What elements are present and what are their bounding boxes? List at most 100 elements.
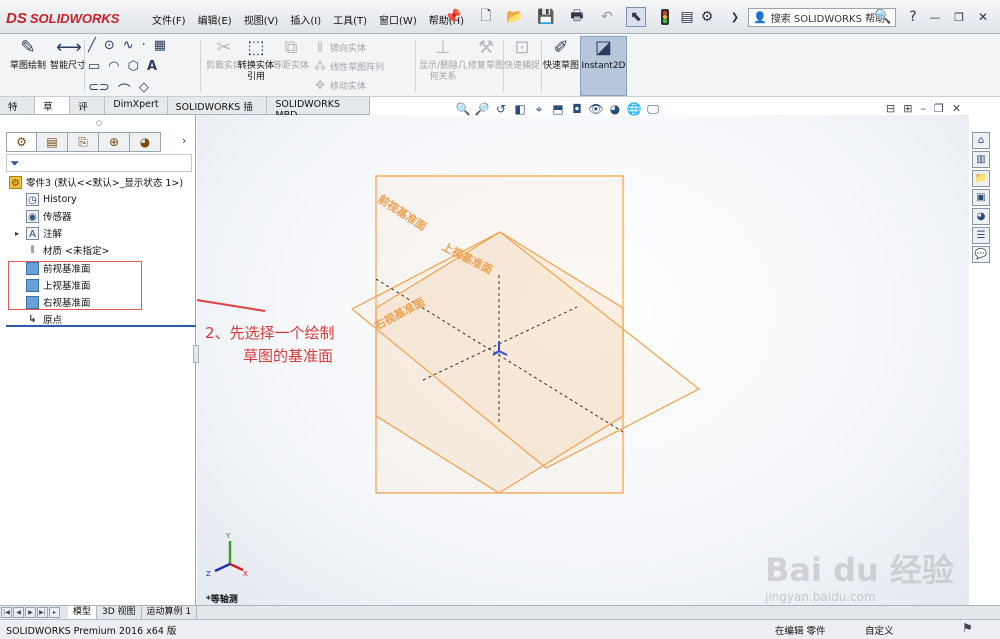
panel-collapse-handle[interactable]	[193, 345, 199, 363]
pin-icon[interactable]: 📌	[444, 7, 462, 27]
rebuild-status-icon[interactable]: ⚑	[962, 621, 973, 635]
zoom-to-fit-icon[interactable]: 🔍	[455, 101, 471, 117]
repair-sketch-button[interactable]: ⚒ 修复草图	[466, 37, 506, 95]
doc-restore-icon[interactable]: ❐	[934, 102, 944, 115]
line-icon[interactable]: ╱	[88, 38, 96, 53]
linear-pattern-button[interactable]: ⁂ 线性草图阵列	[312, 57, 384, 75]
menu-insert[interactable]: 插入(I)	[284, 10, 327, 29]
close-window-icon[interactable]: ✕	[974, 7, 992, 27]
rapid-sketch-button[interactable]: ✐ 快速草图	[542, 37, 580, 95]
unit-system-selector[interactable]: 自定义	[865, 623, 894, 637]
open-folder-icon[interactable]: 📂	[502, 7, 528, 27]
hide-show-items-icon[interactable]: 👁	[588, 101, 604, 117]
forum-icon[interactable]: 💬	[972, 246, 990, 263]
menu-view[interactable]: 视图(V)	[238, 10, 285, 29]
panel-grip-icon[interactable]: ○	[96, 119, 102, 127]
panel-scroll-arrow-icon[interactable]: ›	[182, 134, 186, 147]
point-icon[interactable]: ·	[142, 38, 146, 53]
solidworks-logo[interactable]: DS SOLIDWORKS	[6, 7, 128, 29]
dimxpert-manager-tab-icon[interactable]: ⊕	[99, 132, 130, 152]
next-tab-arrow-icon[interactable]: ▶	[25, 607, 36, 618]
filter-icon: ⏷	[10, 156, 20, 170]
overflow-more-icon[interactable]: ❯	[726, 7, 744, 27]
tab-addins[interactable]: SOLIDWORKS 插件	[167, 97, 268, 127]
tile-window-icon[interactable]: ⊟	[886, 102, 895, 115]
tree-item-annotations[interactable]: ▸ A 注解	[15, 225, 62, 241]
spline-icon[interactable]: ∿	[123, 38, 134, 53]
last-tab-arrow-icon[interactable]: ▶|	[37, 607, 48, 618]
zoom-area-icon[interactable]: 🔎	[474, 101, 490, 117]
property-manager-tab-icon[interactable]: ▤	[37, 132, 68, 152]
display-manager-tab-icon[interactable]: ◕	[130, 132, 161, 152]
dynamic-annotation-icon[interactable]: ⌖	[531, 101, 547, 117]
mirror-entities-button[interactable]: ⫼ 镜向实体	[312, 38, 366, 56]
section-view-icon[interactable]: ◧	[512, 101, 528, 117]
arc-icon[interactable]: ◠	[108, 59, 119, 74]
new-document-icon[interactable]: 🗋	[474, 7, 498, 27]
home-icon[interactable]: ⌂	[972, 132, 990, 149]
restore-window-icon[interactable]: ❐	[950, 7, 968, 27]
tree-root-part[interactable]: ⚙ 零件3 (默认<<默认>_显示状态 1>)	[9, 174, 183, 190]
configuration-manager-tab-icon[interactable]: ⎘	[68, 132, 99, 152]
apply-scene-icon[interactable]: 🌐	[626, 101, 642, 117]
previous-view-icon[interactable]: ↺	[493, 101, 509, 117]
options-gear-icon[interactable]: ⚙	[698, 7, 716, 27]
quick-snaps-button[interactable]: ⊡ 快速捕捉	[502, 37, 542, 95]
split-window-icon[interactable]: ⊞	[903, 102, 912, 115]
help-icon[interactable]: ?	[904, 7, 922, 27]
undo-icon[interactable]: ↶	[596, 7, 618, 27]
view-orientation-icon[interactable]: ⬒	[550, 101, 566, 117]
tree-item-history[interactable]: ◷ History	[26, 191, 77, 207]
tab-3d-views[interactable]: 3D 视图	[97, 606, 142, 619]
tree-item-material[interactable]: ⫴ 材质 <未指定>	[26, 242, 109, 258]
circle-icon[interactable]: ⊙	[104, 38, 115, 53]
view-settings-icon[interactable]: 🖵	[645, 101, 661, 117]
select-pointer-icon[interactable]: ⬉	[626, 7, 646, 27]
instant2d-button[interactable]: ◪ Instant2D	[580, 36, 627, 96]
convert-entities-button[interactable]: ⬚ 转换实体引用	[236, 37, 276, 95]
tab-features[interactable]: 特征	[0, 97, 36, 127]
offset-entities-button[interactable]: ⧉ 等距实体	[272, 37, 310, 95]
menu-window[interactable]: 窗口(W)	[373, 10, 423, 29]
search-icon[interactable]: 🔍	[872, 7, 894, 27]
expand-arrow-icon[interactable]: ▸	[15, 229, 19, 238]
edit-appearance-icon[interactable]: ◕	[607, 101, 623, 117]
first-tab-arrow-icon[interactable]: |◀	[1, 607, 12, 618]
tab-sketch[interactable]: 草图	[35, 97, 71, 127]
file-properties-icon[interactable]: ▤	[680, 7, 694, 27]
view-palette-icon[interactable]: ▣	[972, 189, 990, 206]
file-explorer-icon[interactable]: 📁	[972, 170, 990, 187]
display-relations-button[interactable]: ⊥ 显示/删除几何关系	[418, 37, 468, 95]
prev-tab-arrow-icon[interactable]: ◀	[13, 607, 24, 618]
polygon-icon[interactable]: ⬡	[128, 59, 139, 74]
resources-icon[interactable]: ▥	[972, 151, 990, 168]
custom-properties-icon[interactable]: ☰	[972, 227, 990, 244]
tree-item-sensors[interactable]: ◉ 传感器	[26, 208, 72, 224]
tab-scroll-arrow-icon[interactable]: ▸	[49, 607, 60, 618]
feature-manager-tab-icon[interactable]: ⚙	[6, 132, 37, 152]
sketch-grid-icon[interactable]: ▦	[154, 38, 166, 53]
rollback-bar[interactable]	[6, 325, 196, 327]
command-manager-tabs: 特征 草图 评估 DimXpert SOLIDWORKS 插件 SOLIDWOR…	[0, 97, 370, 127]
doc-close-icon[interactable]: ✕	[952, 102, 961, 115]
menu-file[interactable]: 文件(F)	[146, 10, 192, 29]
tab-model[interactable]: 模型	[68, 606, 98, 619]
tab-evaluate[interactable]: 评估	[70, 97, 106, 127]
appearances-icon[interactable]: ◕	[972, 208, 990, 225]
minimize-window-icon[interactable]: —	[926, 7, 944, 27]
doc-minimize-icon[interactable]: –	[920, 102, 926, 115]
print-icon[interactable]: 🖶	[565, 7, 589, 27]
move-entities-button[interactable]: ✥ 移动实体	[312, 76, 366, 94]
rectangle-icon[interactable]: ▭	[88, 59, 100, 74]
text-icon[interactable]: A	[147, 59, 157, 74]
tab-dimxpert[interactable]: DimXpert	[105, 97, 168, 114]
tree-filter[interactable]: ⏷	[6, 154, 192, 172]
display-style-icon[interactable]: ◘	[569, 101, 585, 117]
tab-motion-study[interactable]: 运动算例 1	[142, 606, 198, 619]
sketch-button[interactable]: ✎ 草图绘制	[6, 37, 50, 95]
rebuild-traffic-light-icon[interactable]	[658, 7, 672, 27]
menu-edit[interactable]: 编辑(E)	[192, 10, 238, 29]
save-icon[interactable]: 💾	[534, 7, 558, 27]
menu-tools[interactable]: 工具(T)	[327, 10, 373, 29]
tab-mbd[interactable]: SOLIDWORKS MBD	[267, 97, 370, 121]
